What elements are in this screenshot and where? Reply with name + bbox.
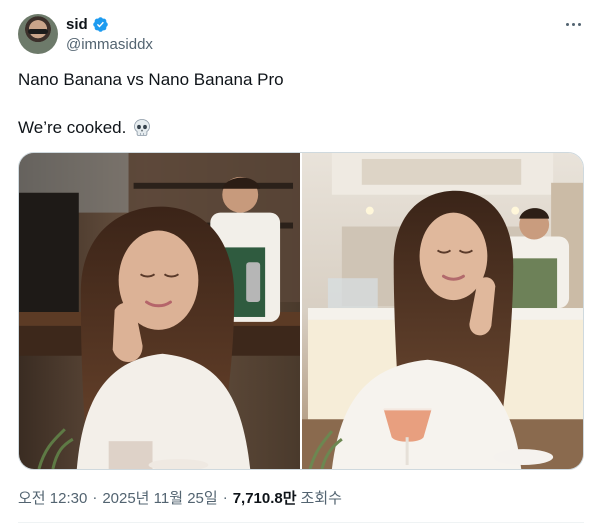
tweet-time[interactable]: 오전 12:30 (18, 487, 87, 508)
left-photo-image (19, 153, 300, 469)
tweet-text-line-2-text: We’re cooked. (18, 118, 127, 137)
views-count: 7,710.8만 (232, 490, 297, 507)
more-options-icon[interactable] (562, 14, 584, 34)
tweet: sid @immasiddx Nano Banana vs Nano Banan… (0, 0, 600, 526)
tweet-text-line-2: We’re cooked. (18, 118, 152, 138)
author-display-name[interactable]: sid (66, 16, 88, 33)
right-photo[interactable] (302, 153, 583, 469)
author-name-row: sid (66, 14, 109, 34)
author-handle[interactable]: @immasiddx (66, 36, 153, 53)
meta-separator: · (92, 489, 98, 506)
tweet-meta: 오전 12:30 · 2025년 11월 25일 · 7,710.8만 조회수 (18, 487, 342, 508)
right-photo-image (302, 153, 583, 469)
tweet-text-line-1: Nano Banana vs Nano Banana Pro (18, 70, 284, 89)
verified-badge-icon (92, 16, 108, 32)
left-photo[interactable] (19, 153, 300, 469)
skull-icon (134, 119, 151, 136)
avatar[interactable] (18, 14, 58, 54)
tweet-date[interactable]: 2025년 11월 25일 (102, 487, 217, 508)
media-grid (18, 152, 584, 470)
divider (18, 522, 584, 523)
views-label: 조회수 (300, 490, 342, 507)
meta-separator-2: · (222, 489, 228, 506)
